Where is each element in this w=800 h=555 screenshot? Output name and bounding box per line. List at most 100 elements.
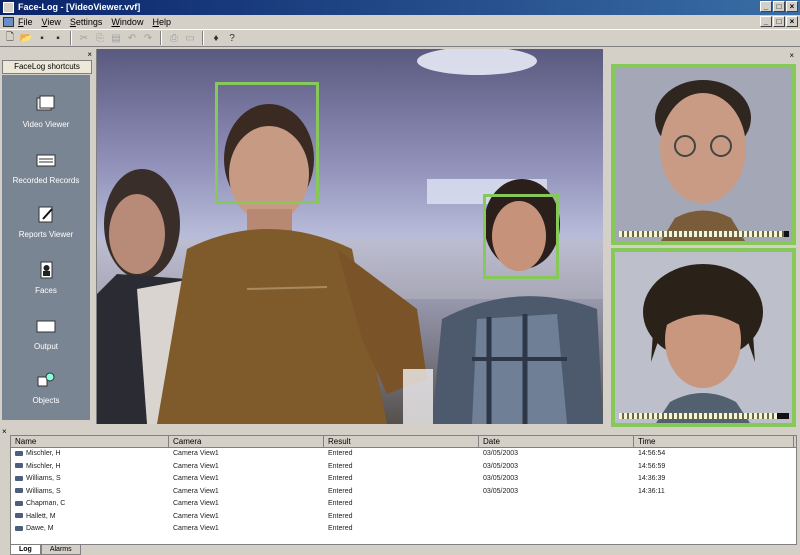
help-pointer-icon[interactable]: ? (225, 31, 239, 45)
person-entry-icon (15, 475, 23, 481)
shortcuts-list: Video Viewer Recorded Records Reports Vi… (2, 75, 90, 420)
copy-icon[interactable]: ⎘ (93, 31, 107, 45)
cell-date (479, 498, 634, 511)
new-icon[interactable]: 🗋 (3, 31, 17, 45)
table-row[interactable]: Mischler, H Camera View1 Entered 03/05/2003… (11, 461, 796, 474)
child-close-button[interactable]: × (786, 16, 798, 27)
match-score-fill (619, 231, 784, 237)
face-detection-box[interactable] (483, 194, 559, 279)
menu-window[interactable]: Window (111, 17, 143, 27)
save-icon[interactable]: ▪ (35, 31, 49, 45)
menu-help[interactable]: Help (152, 17, 171, 27)
close-icon[interactable]: × (789, 51, 794, 60)
print-preview-icon[interactable]: ▭ (183, 31, 197, 45)
cell-name: Chapman, C (11, 498, 169, 511)
person-entry-icon (15, 450, 23, 456)
table-row[interactable]: Hallett, M Camera View1 Entered (11, 511, 796, 524)
print-icon[interactable]: ⎙ (167, 31, 181, 45)
save-all-icon[interactable]: ▪ (51, 31, 65, 45)
cell-name: Dawe, M (11, 523, 169, 536)
cell-text: Williams, S (26, 487, 61, 495)
menu-settings[interactable]: Settings (70, 17, 103, 27)
match-score-meter (619, 413, 789, 419)
column-header-name[interactable]: Name (11, 436, 169, 447)
person-entry-icon (15, 500, 23, 506)
cell-date: 03/05/2003 (483, 450, 519, 457)
cell-camera: Camera View1 (173, 487, 219, 495)
table-row[interactable]: Williams, S Camera View1 Entered 03/05/2003… (11, 486, 796, 499)
face-detection-box[interactable] (215, 82, 319, 204)
column-header-result[interactable]: Result (324, 436, 479, 447)
faces-panel: × (603, 49, 800, 427)
faces-icon (40, 261, 53, 279)
bulb-icon[interactable]: ♦ (209, 31, 223, 45)
column-header-camera[interactable]: Camera (169, 436, 324, 447)
column-header-date[interactable]: Date (479, 436, 634, 447)
shortcut-recorded-records[interactable]: Recorded Records (2, 151, 90, 185)
person-entry-icon (15, 525, 23, 531)
document-icon[interactable] (3, 17, 14, 27)
shortcuts-panel: × FaceLog shortcuts Video Viewer Recorde… (0, 49, 97, 424)
cell-result: Entered (328, 475, 353, 482)
shortcut-reports-viewer[interactable]: Reports Viewer (2, 205, 90, 239)
undo-icon[interactable]: ↶ (125, 31, 139, 45)
shortcut-video-viewer[interactable]: Video Viewer (2, 95, 90, 129)
cell-date: 03/05/2003 (483, 487, 519, 495)
child-restore-button[interactable]: □ (773, 16, 785, 27)
table-row[interactable]: Williams, S Camera View1 Entered 03/05/2003… (11, 473, 796, 486)
log-table-header: Name Camera Result Date Time (11, 436, 796, 448)
close-icon[interactable]: × (87, 50, 92, 59)
cell-result: Entered (328, 450, 353, 457)
person-entry-icon (15, 513, 23, 519)
cell-camera: Camera View1 (173, 475, 219, 482)
cell-camera: Camera View1 (173, 462, 219, 470)
menu-file[interactable]: File (18, 17, 33, 27)
toolbar-separator (70, 31, 72, 45)
face-thumbnail[interactable] (611, 248, 796, 427)
match-score-meter (619, 231, 789, 237)
shortcut-faces[interactable]: Faces (2, 261, 90, 295)
app-icon (3, 2, 14, 13)
cell-camera: Camera View1 (173, 525, 219, 532)
cell-time: 14:56:54 (638, 450, 666, 457)
cell-date: 03/05/2003 (483, 475, 519, 482)
maximize-button[interactable]: □ (773, 1, 785, 12)
shortcut-label: Output (33, 342, 58, 351)
cell-name: Hallett, M (11, 511, 169, 524)
face-thumbnail[interactable] (611, 64, 796, 245)
open-icon[interactable]: 📂 (19, 31, 33, 45)
cell-date (479, 523, 634, 536)
cell-date (479, 511, 634, 524)
cell-name: Williams, S (11, 473, 169, 486)
cell-text: Williams, S (26, 475, 61, 482)
cell-name: Williams, S (11, 486, 169, 499)
cell-time (634, 511, 794, 524)
redo-icon[interactable]: ↷ (141, 31, 155, 45)
shortcut-objects[interactable]: Objects (2, 371, 90, 405)
shortcut-label: Objects (32, 396, 60, 405)
table-row[interactable]: Chapman, C Camera View1 Entered (11, 498, 796, 511)
menu-view[interactable]: View (42, 17, 61, 27)
cell-name: Mischler, H (11, 448, 169, 461)
column-header-time[interactable]: Time (634, 436, 794, 447)
cell-result: Entered (328, 487, 353, 495)
cell-time: 14:56:59 (638, 462, 666, 470)
cell-text: Dawe, M (26, 525, 54, 532)
shortcut-label: Faces (35, 286, 57, 295)
table-row[interactable]: Dawe, M Camera View1 Entered (11, 523, 796, 536)
cut-icon[interactable]: ✂ (77, 31, 91, 45)
shortcuts-header[interactable]: FaceLog shortcuts (2, 60, 92, 74)
video-viewer[interactable] (97, 49, 603, 424)
objects-icon (37, 372, 55, 387)
menu-bar: File View Settings Window Help _ □ × (0, 15, 800, 29)
minimize-button[interactable]: _ (760, 1, 772, 12)
shortcut-output[interactable]: Output (2, 317, 90, 351)
toolbar: 🗋 📂 ▪ ▪ ✂ ⎘ ▤ ↶ ↷ ⎙ ▭ ♦ ? (0, 29, 800, 47)
close-icon[interactable]: × (2, 427, 7, 436)
tab-alarms[interactable]: Alarms (40, 545, 81, 555)
close-button[interactable]: × (786, 1, 798, 12)
paste-icon[interactable]: ▤ (109, 31, 123, 45)
tab-log[interactable]: Log (10, 545, 41, 555)
table-row[interactable]: Mischler, H Camera View1 Entered 03/05/2003… (11, 448, 796, 461)
child-minimize-button[interactable]: _ (760, 16, 772, 27)
